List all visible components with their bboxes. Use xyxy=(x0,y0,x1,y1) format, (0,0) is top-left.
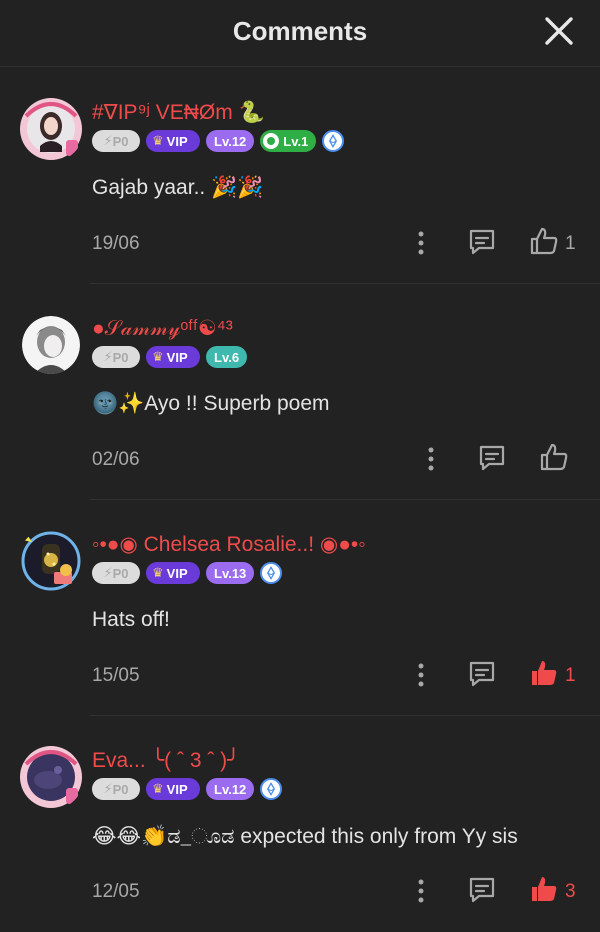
comment-text: Gajab yaar.. 🎉🎉 xyxy=(92,176,264,199)
reply-icon[interactable] xyxy=(478,444,506,472)
level-badge: Lv.12 xyxy=(206,778,255,800)
username[interactable]: Eva... ╰( ˆ 3 ˆ )╯ xyxy=(92,748,240,773)
vip-label: VIP xyxy=(166,565,188,581)
user-badges: ⚡ P0 ♛ VIP Lv.6 xyxy=(92,346,248,368)
username[interactable]: ●𝒮𝒶𝓂𝓂𝓎ᵒᶠᶠ☯⁴³ xyxy=(92,316,233,341)
crown-icon: ♛ xyxy=(152,133,164,148)
like-count: 1 xyxy=(565,233,576,254)
fan-icon xyxy=(263,133,280,149)
like-icon[interactable] xyxy=(529,226,559,256)
crown-icon: ♛ xyxy=(152,781,164,796)
comment-text: Hats off! xyxy=(92,608,170,631)
more-options-icon[interactable] xyxy=(416,230,426,256)
vip-label: VIP xyxy=(166,133,188,149)
vip-label: VIP xyxy=(166,349,188,365)
p0-label: P0 xyxy=(112,349,129,365)
user-avatar[interactable] xyxy=(22,316,80,374)
p0-badge: ⚡ P0 xyxy=(92,346,140,368)
more-options-icon[interactable] xyxy=(426,446,436,472)
p0-label: P0 xyxy=(112,133,129,149)
comment-text: 😂😂👏ಡ_ೂಡ expected this only from Yy sis xyxy=(92,825,518,848)
comment-item: ◦•●◉ Chelsea Rosalie..! ◉●•◦ ⚡ P0 ♛ VIP Lv… xyxy=(0,500,600,716)
comment-text: 🌚✨Ayo !! Superb poem xyxy=(92,392,330,415)
p0-badge: ⚡ P0 xyxy=(92,562,140,584)
vip-badge: ♛ VIP xyxy=(146,130,200,152)
close-icon[interactable] xyxy=(541,13,577,49)
user-badges: ⚡ P0 ♛ VIP Lv.13 xyxy=(92,562,283,584)
comment-item: ●𝒮𝒶𝓂𝓂𝓎ᵒᶠᶠ☯⁴³ ⚡ P0 ♛ VIP Lv.6 🌚✨Ayo !! Supe… xyxy=(0,284,600,500)
comment-date: 19/06 xyxy=(92,233,140,254)
vip-label: VIP xyxy=(166,781,188,797)
comment-item: Eva... ╰( ˆ 3 ˆ )╯ ⚡ P0 ♛ VIP Lv.12 😂😂👏ಡ_ೂ… xyxy=(0,716,600,932)
level-badge: Lv.6 xyxy=(206,346,248,368)
vip-badge: ♛ VIP xyxy=(146,346,200,368)
user-badges: ⚡ P0 ♛ VIP Lv.12 xyxy=(92,778,283,800)
user-avatar[interactable] xyxy=(18,96,84,162)
vip-badge: ♛ VIP xyxy=(146,562,200,584)
crown-icon: ♛ xyxy=(152,565,164,580)
like-count: 3 xyxy=(565,881,576,902)
reply-icon[interactable] xyxy=(468,876,496,904)
comment-date: 12/05 xyxy=(92,881,140,902)
level-badge: Lv.13 xyxy=(206,562,255,584)
comment-date: 15/05 xyxy=(92,665,140,686)
like-count: 1 xyxy=(565,665,576,686)
diamond-icon xyxy=(322,130,345,152)
diamond-icon xyxy=(260,562,283,584)
p0-label: P0 xyxy=(112,781,129,797)
page-title: Comments xyxy=(232,16,368,46)
crown-icon: ♛ xyxy=(152,349,164,364)
reply-icon[interactable] xyxy=(468,660,496,688)
comments-header: Comments xyxy=(0,0,600,67)
user-avatar[interactable] xyxy=(18,744,84,810)
user-avatar[interactable] xyxy=(18,528,84,594)
diamond-icon xyxy=(260,778,283,800)
p0-badge: ⚡ P0 xyxy=(92,778,140,800)
liked-icon[interactable] xyxy=(529,874,559,904)
user-badges: ⚡ P0 ♛ VIP Lv.12 Lv.1 xyxy=(92,130,345,152)
p0-badge: ⚡ P0 xyxy=(92,130,140,152)
more-options-icon[interactable] xyxy=(416,662,426,688)
level-badge: Lv.12 xyxy=(206,130,255,152)
fan-level-badge: Lv.1 xyxy=(260,130,317,152)
username[interactable]: #∇IP⁹ʲ VE₦Øm 🐍 xyxy=(92,100,265,125)
username[interactable]: ◦•●◉ Chelsea Rosalie..! ◉●•◦ xyxy=(92,532,366,557)
vip-badge: ♛ VIP xyxy=(146,778,200,800)
p0-label: P0 xyxy=(112,565,129,581)
fan-level-label: Lv.1 xyxy=(283,133,309,149)
liked-icon[interactable] xyxy=(529,658,559,688)
comment-item: #∇IP⁹ʲ VE₦Øm 🐍 ⚡ P0 ♛ VIP Lv.12 Lv.1 Gajab… xyxy=(0,68,600,284)
like-icon[interactable] xyxy=(539,442,569,472)
more-options-icon[interactable] xyxy=(416,878,426,904)
comment-date: 02/06 xyxy=(92,449,140,470)
reply-icon[interactable] xyxy=(468,228,496,256)
